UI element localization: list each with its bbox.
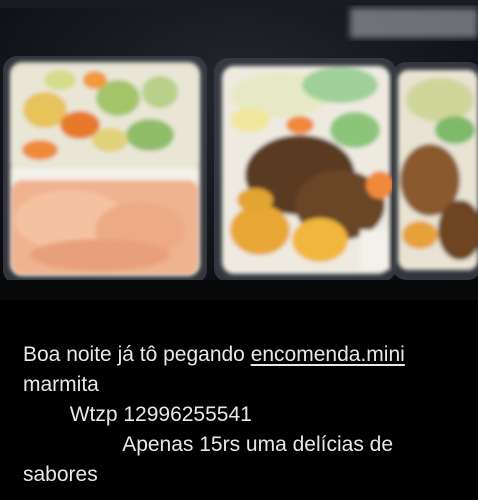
caption-text: Boa noite já tô pegando encomenda.mini m… — [23, 340, 463, 490]
post-caption: Boa noite já tô pegando encomenda.mini m… — [0, 300, 478, 500]
caption-link[interactable]: encomenda.mini — [251, 343, 405, 366]
caption-rest: marmita Wtzp 12996255541 Apenas 15rs uma… — [23, 373, 394, 486]
meal-container-1 — [3, 56, 207, 284]
food-photo-illustration — [0, 0, 478, 300]
meal-container-3 — [392, 62, 478, 280]
food-photo[interactable] — [0, 0, 478, 300]
meal-container-2 — [214, 58, 396, 282]
caption-line-start: Boa noite já tô pegando — [23, 343, 251, 366]
